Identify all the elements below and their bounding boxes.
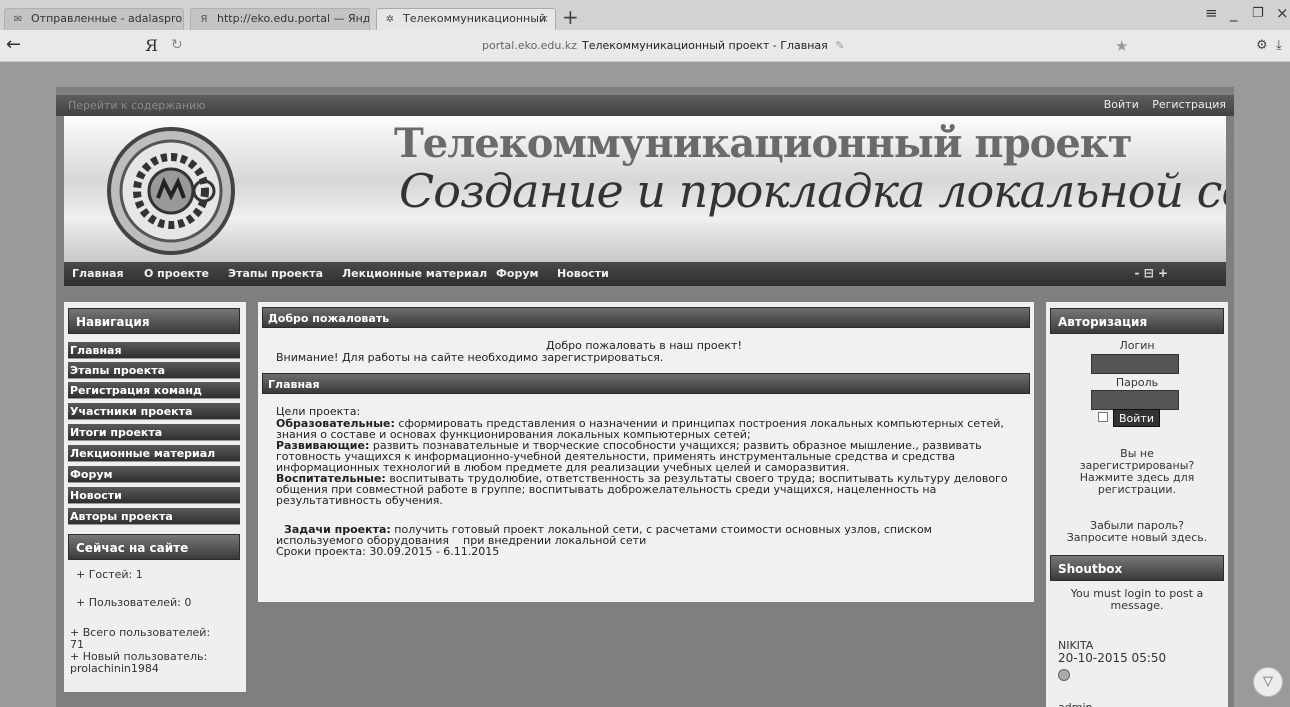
sidebar-item-news[interactable]: Новости xyxy=(68,487,240,504)
tab-mail[interactable]: ✉ Отправленные - adalasprom xyxy=(4,8,184,30)
tab-label: Отправленные - adalasprom xyxy=(31,12,184,25)
authorization-heading: Авторизация xyxy=(1050,308,1224,334)
banner-title: Телекоммуникационный проект xyxy=(394,120,1132,167)
sidebar-item-lectures[interactable]: Лекционные материал xyxy=(68,445,240,462)
sidebar-item-forum[interactable]: Форум xyxy=(68,466,240,483)
password-label: Пароль xyxy=(1115,376,1159,389)
password-input[interactable] xyxy=(1091,390,1179,410)
total-users-label: + Всего пользователей: xyxy=(70,626,211,639)
web-page: Перейти к содержанию Войти Регистрация Т… xyxy=(56,87,1234,707)
mail-icon: ✉ xyxy=(13,14,23,25)
shout-date: 20-10-2015 05:50 xyxy=(1058,651,1167,665)
menu-item-forum[interactable]: Форум xyxy=(496,267,539,280)
left-sidebar: Навигация Главная Этапы проекта Регистра… xyxy=(64,302,246,692)
sidebar-item-authors[interactable]: Авторы проекта xyxy=(68,508,240,525)
tab-yandex[interactable]: Я http://eko.edu.portal — Янде xyxy=(190,8,370,30)
remember-me-checkbox[interactable] xyxy=(1098,412,1108,422)
yandex-icon: Я xyxy=(200,14,208,25)
guests-count: + Гостей: 1 xyxy=(76,568,143,581)
bookmark-star-icon[interactable]: ★ xyxy=(1115,37,1128,55)
yandex-logo[interactable]: Я xyxy=(145,36,158,55)
registration-warning: Внимание! Для работы на сайте необходимо… xyxy=(276,351,664,364)
url-domain: portal.eko.edu.kz xyxy=(482,39,577,52)
new-tab-button[interactable]: + xyxy=(562,5,579,29)
layout-controls[interactable]: - ⊟ + xyxy=(1135,266,1168,280)
login-link[interactable]: Войти xyxy=(1104,98,1139,111)
menu-icon[interactable]: ≡ xyxy=(1205,4,1218,22)
close-window-icon[interactable]: × xyxy=(1276,4,1289,22)
college-emblem-logo xyxy=(107,127,235,255)
extension-icon[interactable]: ⚙ xyxy=(1256,38,1268,53)
browser-tab-bar: ✉ Отправленные - adalasprom Я http://eko… xyxy=(0,0,1290,30)
login-button[interactable]: Войти xyxy=(1113,409,1160,427)
site-banner: Телекоммуникационный проект Создание и п… xyxy=(64,116,1226,262)
navigation-heading: Навигация xyxy=(68,308,240,334)
reload-icon[interactable]: ↻ xyxy=(171,37,183,53)
shoutbox-notice-2: message. xyxy=(1110,599,1164,612)
top-links: Войти Регистрация xyxy=(1094,98,1226,111)
login-label: Логин xyxy=(1119,339,1155,352)
welcome-heading: Добро пожаловать xyxy=(262,307,1030,328)
sidebar-item-results[interactable]: Итоги проекта xyxy=(68,424,240,441)
goals-label: Цели проекта: xyxy=(276,405,361,418)
login-input[interactable] xyxy=(1091,354,1179,374)
shout-author-2[interactable]: admin xyxy=(1058,702,1092,707)
banner-subtitle: Создание и прокладка локальной сети xyxy=(399,164,1226,218)
sidebar-item-team-registration[interactable]: Регистрация команд xyxy=(68,382,240,399)
goal-upbringing-text-3: результативность обучения. xyxy=(276,494,443,507)
shoutbox-heading: Shoutbox xyxy=(1050,555,1224,581)
back-arrow-icon[interactable]: ← xyxy=(6,34,21,55)
address-bar: ← Я ↻ portal.eko.edu.kz Телекоммуникацион… xyxy=(0,30,1290,62)
minimize-icon[interactable]: _ xyxy=(1230,4,1238,22)
menu-item-lectures[interactable]: Лекционные материал xyxy=(342,267,487,280)
edit-icon: ✎ xyxy=(835,39,845,52)
smiley-icon xyxy=(1058,669,1070,681)
skip-to-content-link[interactable]: Перейти к содержанию xyxy=(68,99,206,112)
sidebar-item-participants[interactable]: Участники проекта xyxy=(68,403,240,420)
welcome-text: Добро пожаловать в наш проект! xyxy=(546,339,742,352)
tab-label: Телекоммуникационный xyxy=(403,12,547,25)
main-content: Добро пожаловать Добро пожаловать в наш … xyxy=(258,302,1034,602)
online-now-heading: Сейчас на сайте xyxy=(68,534,240,560)
register-link[interactable]: Регистрация xyxy=(1152,98,1226,111)
close-tab-icon[interactable]: × xyxy=(540,12,549,25)
url-field[interactable]: portal.eko.edu.kz Телекоммуникационный пр… xyxy=(482,39,844,52)
not-registered-line-4: регистрации. xyxy=(1097,483,1177,496)
project-dates: Сроки проекта: 30.09.2015 - 6.11.2015 xyxy=(276,545,500,558)
sidebar-item-stages[interactable]: Этапы проекта xyxy=(68,362,240,379)
main-menu: Главная О проекте Этапы проекта Лекционн… xyxy=(64,262,1226,286)
top-strip: Перейти к содержанию Войти Регистрация xyxy=(56,95,1234,116)
protect-shield-icon[interactable]: ▽ xyxy=(1253,667,1283,697)
tab-active[interactable]: ✲ Телекоммуникационный × xyxy=(376,8,556,30)
sidebar-item-home[interactable]: Главная xyxy=(68,342,240,359)
menu-item-news[interactable]: Новости xyxy=(557,267,609,280)
right-sidebar: Авторизация Логин Пароль Войти Вы не зар… xyxy=(1046,302,1228,707)
menu-item-home[interactable]: Главная xyxy=(72,267,124,280)
menu-item-stages[interactable]: Этапы проекта xyxy=(228,267,323,280)
download-icon[interactable]: ⤓ xyxy=(1276,38,1282,53)
tab-label: http://eko.edu.portal — Янде xyxy=(217,12,370,25)
new-user-link[interactable]: prolachinin1984 xyxy=(70,663,159,675)
menu-item-about[interactable]: О проекте xyxy=(144,267,209,280)
loading-icon: ✲ xyxy=(385,14,395,25)
request-password-link[interactable]: Запросите новый здесь. xyxy=(1050,532,1224,544)
users-count: + Пользователей: 0 xyxy=(76,596,192,609)
section-heading: Главная xyxy=(262,373,1030,394)
restore-icon[interactable]: ❐ xyxy=(1252,6,1264,21)
url-page-title: Телекоммуникационный проект - Главная xyxy=(581,39,828,52)
